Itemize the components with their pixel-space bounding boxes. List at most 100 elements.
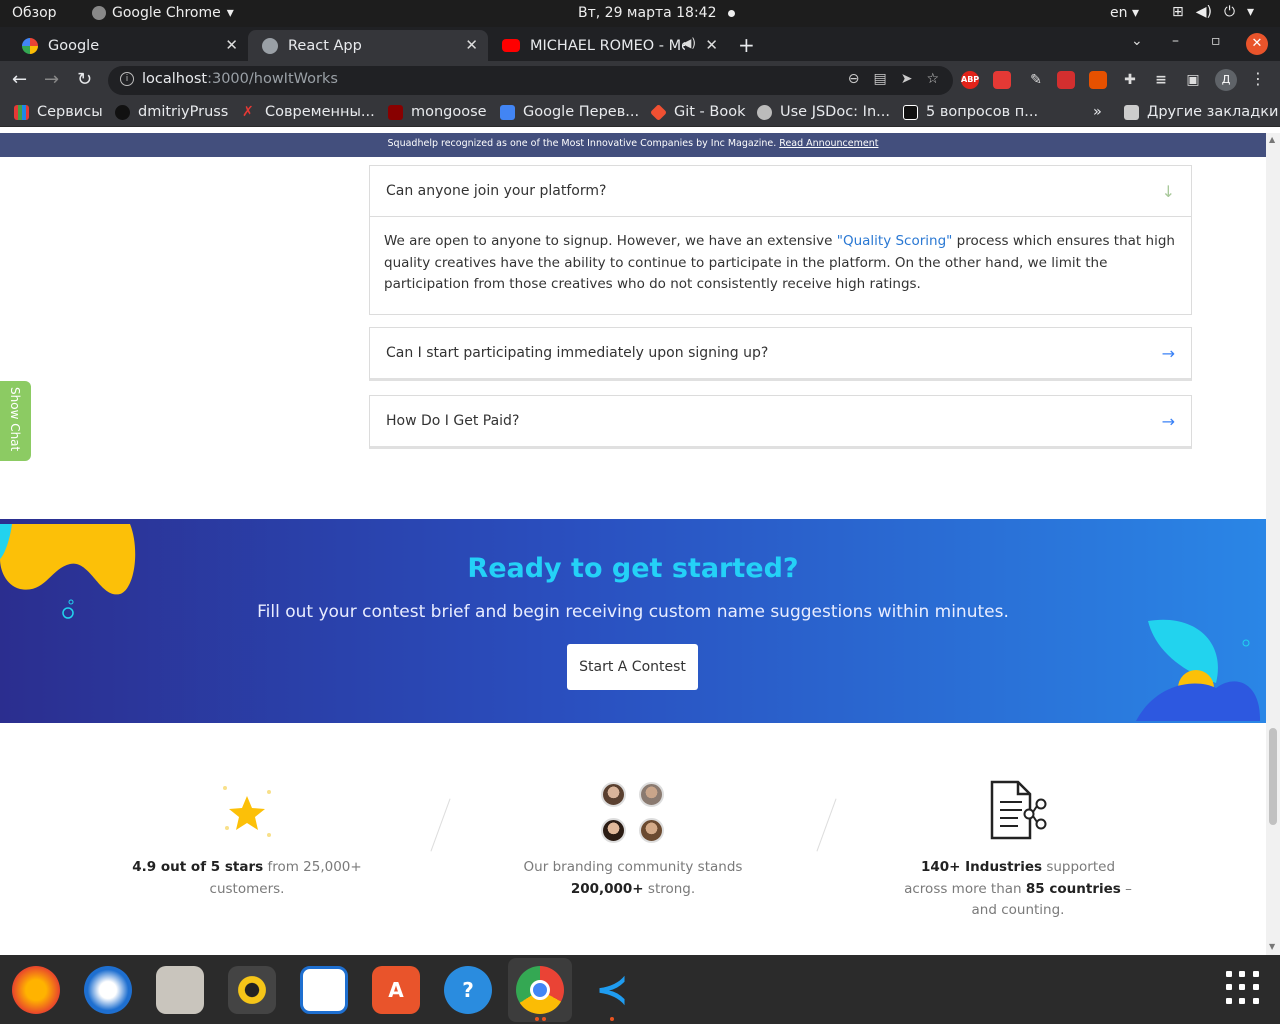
- adblock-extension-icon[interactable]: ABP: [961, 71, 979, 89]
- start-contest-button[interactable]: Start A Contest: [567, 644, 698, 690]
- document-share-icon: [990, 780, 1047, 840]
- site-info-icon[interactable]: i: [120, 72, 134, 86]
- audio-playing-icon[interactable]: ◀): [682, 36, 696, 50]
- back-arrow-icon[interactable]: ←: [12, 69, 27, 90]
- reader-mode-icon[interactable]: ▤: [873, 71, 886, 87]
- software-center-icon[interactable]: A: [372, 966, 420, 1014]
- arrow-down-icon: ↓: [1161, 181, 1175, 201]
- show-chat-button[interactable]: Show Chat: [0, 381, 31, 461]
- arrow-right-icon: →: [1161, 343, 1175, 363]
- star-rating-icon: [223, 786, 271, 837]
- files-icon[interactable]: [156, 966, 204, 1014]
- bookmark-label: Сервисы: [37, 104, 103, 120]
- tab-label: MICHAEL ROMEO - Me: [530, 37, 685, 54]
- side-panel-icon[interactable]: ▣: [1184, 71, 1202, 89]
- tab-search-icon[interactable]: ⌄: [1131, 33, 1143, 49]
- bookmark-label: Google Перев...: [523, 104, 640, 120]
- video-extension-icon[interactable]: [993, 71, 1011, 89]
- scroll-up-icon[interactable]: ▲: [1269, 135, 1275, 144]
- faq-item-open: Can anyone join your platform? ↓ We are …: [369, 165, 1192, 315]
- tab-react-app[interactable]: React App ✕: [248, 30, 488, 61]
- bookmark-git-book[interactable]: Git - Book: [650, 103, 746, 121]
- quality-scoring-link[interactable]: "Quality Scoring": [837, 233, 953, 249]
- faq-question[interactable]: Can I start participating immediately up…: [370, 328, 1191, 378]
- google-favicon-icon: [22, 37, 38, 54]
- activities-overview[interactable]: Обзор: [12, 5, 57, 21]
- chrome-icon[interactable]: [516, 966, 564, 1014]
- bookmark-sovremenny[interactable]: ✗ Современны...: [242, 104, 375, 120]
- scroll-thumb[interactable]: [1269, 728, 1277, 825]
- page-scrollbar[interactable]: ▲ ▼: [1266, 133, 1280, 955]
- bookmark-other[interactable]: Другие закладки: [1124, 104, 1278, 120]
- extensions-puzzle-icon[interactable]: ✚: [1121, 71, 1139, 89]
- faq-question-text: How Do I Get Paid?: [386, 413, 520, 429]
- bookmark-label: Другие закладки: [1147, 104, 1279, 120]
- close-tab-icon[interactable]: ✕: [225, 36, 238, 54]
- minimize-icon[interactable]: –: [1172, 33, 1179, 49]
- grid-extension-icon[interactable]: [1089, 71, 1107, 89]
- clock[interactable]: Вт, 29 марта 18:42: [578, 5, 736, 21]
- system-tray[interactable]: ⊞ ◀) ⏻ ▾: [1172, 4, 1254, 20]
- faq-question-text: Can anyone join your platform?: [386, 183, 607, 199]
- send-icon[interactable]: ➤: [901, 71, 913, 87]
- network-icon: ⊞: [1172, 4, 1184, 20]
- dock: A ? ≺: [0, 955, 1280, 1024]
- app-menu[interactable]: Google Chrome ▾: [92, 5, 234, 21]
- window-close-button[interactable]: ✕: [1246, 33, 1268, 55]
- announcement-bar: Squadhelp recognized as one of the Most …: [0, 133, 1266, 157]
- bookmark-mongoose[interactable]: mongoose: [388, 104, 487, 120]
- zoom-icon[interactable]: ⊖: [848, 71, 860, 87]
- libreoffice-writer-icon[interactable]: [300, 966, 348, 1014]
- rhythmbox-icon[interactable]: [228, 966, 276, 1014]
- address-bar[interactable]: i localhost:3000/howItWorks ⊖ ▤ ➤ ☆: [108, 66, 953, 95]
- browser-toolbar: ← → ↻ i localhost:3000/howItWorks ⊖ ▤ ➤ …: [0, 61, 1280, 99]
- faq-item[interactable]: How Do I Get Paid? →: [369, 395, 1192, 449]
- firefox-icon[interactable]: [12, 966, 60, 1014]
- bookmark-5-questions[interactable]: 5 вопросов п...: [903, 104, 1038, 120]
- chrome-app-icon: [92, 6, 106, 20]
- tab-label: React App: [288, 37, 362, 54]
- bookmarks-overflow-icon[interactable]: »: [1093, 104, 1102, 120]
- tab-youtube[interactable]: MICHAEL ROMEO - Me ◀) ✕: [488, 30, 728, 61]
- thunderbird-icon[interactable]: [84, 966, 132, 1014]
- profile-avatar[interactable]: Д: [1215, 69, 1237, 91]
- maximize-icon[interactable]: ▫: [1211, 33, 1221, 49]
- language-indicator[interactable]: en ▾: [1110, 5, 1139, 21]
- close-tab-icon[interactable]: ✕: [705, 36, 718, 54]
- tab-google[interactable]: Google ✕: [8, 30, 248, 61]
- divider: [430, 798, 451, 852]
- faq-item[interactable]: Can I start participating immediately up…: [369, 327, 1192, 381]
- banner-title: Ready to get started?: [467, 553, 799, 584]
- faq-question[interactable]: Can anyone join your platform? ↓: [370, 166, 1191, 216]
- faq-question[interactable]: How Do I Get Paid? →: [370, 396, 1191, 446]
- forward-arrow-icon[interactable]: →: [44, 69, 59, 90]
- x-logo-icon: ✗: [242, 103, 254, 120]
- puzzle-red-extension-icon[interactable]: [1057, 71, 1075, 89]
- media-control-icon[interactable]: ≡: [1152, 71, 1170, 89]
- url-text: localhost:3000/howItWorks: [142, 71, 338, 87]
- bookmark-jsdoc[interactable]: Use JSDoc: In...: [757, 104, 890, 120]
- url-host: localhost: [142, 71, 208, 87]
- bookmark-label: Git - Book: [674, 104, 746, 120]
- folder-icon: [1124, 104, 1139, 120]
- show-applications-icon[interactable]: [1226, 971, 1260, 1005]
- bookmark-apps[interactable]: Сервисы: [14, 104, 103, 120]
- bookmark-star-icon[interactable]: ☆: [926, 71, 939, 87]
- avatar: [601, 782, 626, 807]
- close-tab-icon[interactable]: ✕: [465, 36, 478, 54]
- pen-extension-icon[interactable]: ✎: [1027, 71, 1045, 89]
- translate-icon: [500, 104, 515, 120]
- read-announcement-link[interactable]: Read Announcement: [779, 138, 878, 149]
- globe-icon: [262, 37, 278, 54]
- avatar: [601, 818, 626, 843]
- tab-label: Google: [48, 37, 100, 54]
- vscode-icon[interactable]: ≺: [588, 966, 636, 1014]
- bookmark-github[interactable]: dmitriyPruss: [115, 104, 228, 120]
- help-icon[interactable]: ?: [444, 966, 492, 1014]
- language-label: en: [1110, 5, 1128, 21]
- new-tab-button[interactable]: +: [738, 33, 755, 57]
- scroll-down-icon[interactable]: ▼: [1269, 942, 1275, 951]
- menu-kebab-icon[interactable]: ⋮: [1250, 69, 1266, 88]
- reload-icon[interactable]: ↻: [77, 69, 92, 90]
- bookmark-google-translate[interactable]: Google Перев...: [500, 104, 639, 120]
